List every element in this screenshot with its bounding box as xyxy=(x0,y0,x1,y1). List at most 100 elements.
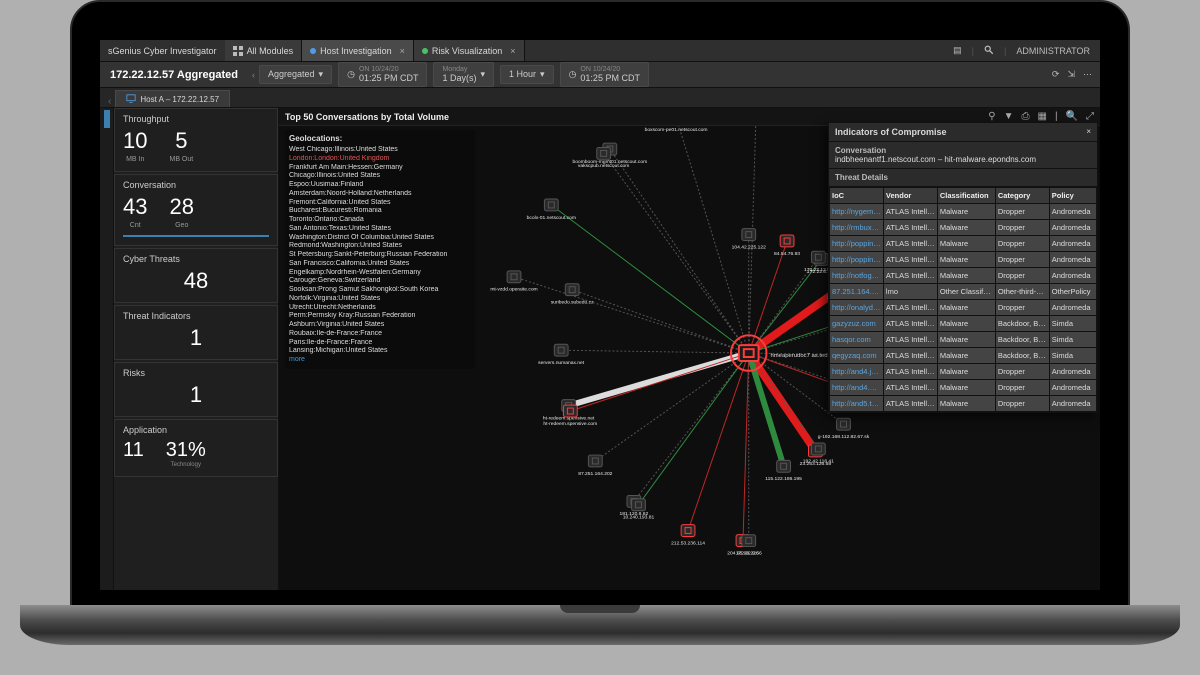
ioc-cell: Malware xyxy=(937,348,995,364)
ioc-cell: http://popping… xyxy=(830,236,884,252)
ioc-row[interactable]: http://notfog.c…ATLAS Intelli…MalwareDro… xyxy=(830,268,1097,284)
svg-text:mt-vzdd.operaite.com: mt-vzdd.operaite.com xyxy=(490,287,537,293)
ioc-title: Indicators of Compromise xyxy=(835,127,947,137)
ioc-row[interactable]: 87.251.164.202lmoOther Classif…Other-thi… xyxy=(830,284,1097,300)
filter-aggregation[interactable]: Aggregated▾ xyxy=(259,65,332,84)
svg-text:104.42.225.122: 104.42.225.122 xyxy=(732,244,766,250)
pin-icon[interactable]: ⚲ xyxy=(988,111,995,122)
ioc-cell: Malware xyxy=(937,364,995,380)
ioc-column-header[interactable]: IoC xyxy=(830,188,884,204)
grid-icon[interactable]: ▦ xyxy=(1037,111,1046,122)
search-icon[interactable] xyxy=(984,45,994,57)
zoom-icon[interactable]: 🔍 xyxy=(1066,111,1078,122)
graph-edge xyxy=(561,350,749,353)
ioc-row[interactable]: http://popping…ATLAS Intelli…MalwareDrop… xyxy=(830,236,1097,252)
ioc-column-header[interactable]: Classification xyxy=(937,188,995,204)
svg-text:bcolx-01.netscout.com: bcolx-01.netscout.com xyxy=(527,215,576,221)
ioc-row[interactable]: http://and4.ju…ATLAS Intelli…MalwareDrop… xyxy=(830,364,1097,380)
ioc-cell: ATLAS Intelli… xyxy=(883,300,937,316)
ioc-column-header[interactable]: Vendor xyxy=(883,188,937,204)
card-application[interactable]: Application 11 31%Technology xyxy=(114,419,278,477)
ioc-row[interactable]: http://and4.pi…ATLAS Intelli…MalwareDrop… xyxy=(830,380,1097,396)
tab-risk-visualization[interactable]: Risk Visualization × xyxy=(414,40,525,61)
card-title: Application xyxy=(123,425,269,435)
card-throughput[interactable]: Throughput 10MB In 5MB Out xyxy=(114,108,278,172)
ioc-cell: Malware xyxy=(937,300,995,316)
filter-resolution[interactable]: 1 Hour▾ xyxy=(500,65,554,84)
ioc-cell: http://and4.pi… xyxy=(830,380,884,396)
graph-edge xyxy=(676,126,749,353)
ioc-column-header[interactable]: Policy xyxy=(1049,188,1096,204)
ioc-cell: Andromeda xyxy=(1049,252,1096,268)
graph-node[interactable]: vakscpub.netscout.com xyxy=(578,147,629,169)
filter-end-time[interactable]: ◷ ON 10/24/20 01:25 PM CDT xyxy=(560,62,649,87)
card-risks[interactable]: Risks 1 xyxy=(114,362,278,417)
close-icon[interactable]: × xyxy=(400,46,405,56)
tab-all-modules[interactable]: All Modules xyxy=(225,40,303,61)
graph-edge xyxy=(514,277,749,353)
settings-icon[interactable]: ⋯ xyxy=(1083,69,1092,80)
svg-text:suribedo.subedu.cz: suribedo.subedu.cz xyxy=(551,299,594,305)
ioc-column-header[interactable]: Category xyxy=(995,188,1049,204)
host-tab-label: Host A – 172.22.12.57 xyxy=(140,95,219,104)
graph-node[interactable]: bcolx-01.netscout.com xyxy=(527,199,576,221)
svg-text:192.42.116.41: 192.42.116.41 xyxy=(803,459,834,465)
ioc-cell: Malware xyxy=(937,268,995,284)
tab-label: Host Investigation xyxy=(320,46,392,56)
graph-node[interactable]: 84.54.76.93 xyxy=(774,235,800,257)
card-threat-indicators[interactable]: Threat Indicators 1 xyxy=(114,305,278,360)
svg-text:vakscpub.netscout.com: vakscpub.netscout.com xyxy=(578,163,629,169)
graph-node[interactable]: 87.251.164.202 xyxy=(578,455,612,477)
graph-node[interactable]: 115.122.186.195 xyxy=(765,460,802,482)
ioc-cell: http://and5.th… xyxy=(830,396,884,412)
ioc-cell: Other Classif… xyxy=(937,284,995,300)
export-icon[interactable]: ⇲ xyxy=(1067,69,1075,80)
filter-icon[interactable]: ▼ xyxy=(1004,111,1014,122)
card-cyber-threats[interactable]: Cyber Threats 48 xyxy=(114,248,278,303)
close-icon[interactable]: × xyxy=(1086,127,1091,137)
current-user[interactable]: ADMINISTRATOR xyxy=(1016,46,1090,56)
graph-node[interactable]: 104.42.225.122 xyxy=(732,229,766,251)
card-conversation[interactable]: Conversation 43Cnt 28Geo xyxy=(114,174,278,246)
ioc-cell: Malware xyxy=(937,316,995,332)
graph-edge xyxy=(569,353,749,405)
ioc-cell: ATLAS Intelli… xyxy=(883,268,937,284)
ioc-row[interactable]: http://popping…ATLAS Intelli…MalwareDrop… xyxy=(830,252,1097,268)
ioc-cell: Dropper xyxy=(995,396,1049,412)
chevron-left-icon[interactable]: ‹ xyxy=(104,96,115,107)
graph-node[interactable]: g-192.168.112.82.67.sk xyxy=(818,418,870,440)
calendar-icon: ◷ xyxy=(347,69,355,80)
ioc-row[interactable]: http://nygemgj…ATLAS Intelli…MalwareDrop… xyxy=(830,204,1097,220)
close-icon[interactable]: × xyxy=(510,46,515,56)
graph-node[interactable]: suribedo.subedu.cz xyxy=(551,284,594,306)
ioc-cell: Andromeda xyxy=(1049,380,1096,396)
ioc-row[interactable]: qegyzaq.comATLAS Intelli…MalwareBackdoor… xyxy=(830,348,1097,364)
ioc-cell: Dropper xyxy=(995,300,1049,316)
tab-host-investigation[interactable]: Host Investigation × xyxy=(302,40,414,61)
expand-icon[interactable]: ⤢ xyxy=(1086,111,1094,122)
host-tab[interactable]: Host A – 172.22.12.57 xyxy=(115,90,230,107)
ioc-panel: Indicators of Compromise × Conversation … xyxy=(828,122,1098,413)
ioc-cell: Dropper xyxy=(995,236,1049,252)
filter-start-time[interactable]: ◷ ON 10/24/20 01:25 PM CDT xyxy=(338,62,427,87)
ioc-row[interactable]: hasqor.comATLAS Intelli…MalwareBackdoor,… xyxy=(830,332,1097,348)
chevron-left-icon[interactable]: ‹ xyxy=(248,70,259,80)
graph-node[interactable]: 212.53.236.114 xyxy=(671,525,705,547)
print-icon[interactable]: ⎙ xyxy=(1021,111,1029,122)
tab-label: Risk Visualization xyxy=(432,46,502,56)
calendar-icon: ◷ xyxy=(569,69,577,80)
svg-text:172.22.9.56: 172.22.9.56 xyxy=(736,550,762,556)
ioc-cell: Malware xyxy=(937,380,995,396)
refresh-icon[interactable]: ⟳ xyxy=(1052,69,1060,80)
graph-node[interactable]: servers.numanax.net xyxy=(538,344,585,366)
ioc-cell: http://nygemgj… xyxy=(830,204,884,220)
ioc-row[interactable]: http://onalyd…ATLAS Intelli…MalwareDropp… xyxy=(830,300,1097,316)
ioc-cell: qegyzaq.com xyxy=(830,348,884,364)
ioc-row[interactable]: http://and5.th…ATLAS Intelli…MalwareDrop… xyxy=(830,396,1097,412)
clipboard-icon[interactable]: ▤ xyxy=(953,45,962,56)
graph-edge xyxy=(610,149,749,353)
graph-node[interactable]: boxscom-pe01.netscout.com xyxy=(645,126,708,133)
ioc-row[interactable]: gazyzuz.comATLAS Intelli…MalwareBackdoor… xyxy=(830,316,1097,332)
ioc-row[interactable]: http://rmbuxo…ATLAS Intelli…MalwareDropp… xyxy=(830,220,1097,236)
filter-duration[interactable]: Monday 1 Day(s) ▾ xyxy=(433,62,494,87)
